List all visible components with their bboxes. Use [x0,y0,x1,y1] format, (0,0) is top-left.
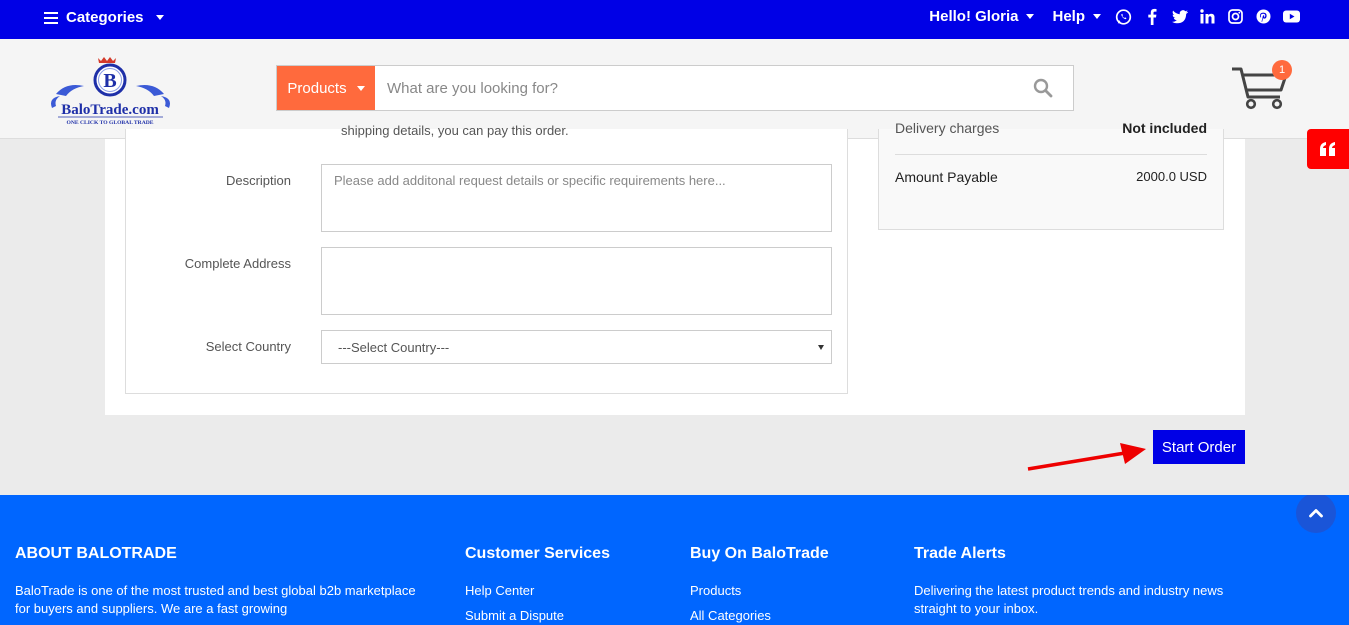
greeting-text: Hello! Gloria [929,8,1019,25]
scroll-to-top-button[interactable] [1296,495,1336,533]
youtube-icon[interactable] [1283,8,1300,25]
search-category-dropdown[interactable]: Products [277,66,375,110]
categories-menu[interactable]: Categories [44,9,164,26]
dropdown-arrow-icon [818,345,824,350]
footer-alerts-title: Trade Alerts [914,545,1006,562]
help-label: Help [1052,8,1085,25]
country-selected-value: ---Select Country--- [338,339,450,355]
footer-buy-title: Buy On BaloTrade [690,545,829,562]
chevron-up-icon [1309,509,1323,518]
instagram-icon[interactable] [1227,8,1244,25]
social-links [1115,8,1300,25]
footer-customer-services: Customer Services Help Center Submit a D… [465,545,665,625]
top-right-menu: Hello! Gloria Help [929,8,1300,25]
whatsapp-icon[interactable] [1115,8,1132,25]
user-menu[interactable]: Hello! Gloria [929,8,1035,25]
request-quote-tab[interactable] [1307,129,1349,169]
hamburger-icon [44,11,58,24]
svg-text:BaloTrade.com: BaloTrade.com [61,102,159,118]
caret-down-icon [356,85,365,91]
footer-about-text: BaloTrade is one of the most trusted and… [15,583,416,616]
delivery-charges-value: Not included [1122,120,1207,136]
footer-about-section: ABOUT BALOTRADE BaloTrade is one of the … [15,545,425,618]
footer-link-help-center[interactable]: Help Center [465,578,665,603]
footer-link-products[interactable]: Products [690,578,890,603]
annotation-arrow-icon [1027,443,1146,471]
footer-about-title: ABOUT BALOTRADE [15,545,177,562]
search-icon [1033,78,1053,98]
summary-divider [895,154,1207,155]
footer-buy-section: Buy On BaloTrade Products All Categories [690,545,890,625]
delivery-charges-label: Delivery charges [895,120,1000,136]
search-button[interactable] [1013,66,1073,110]
complete-address-textarea[interactable] [321,247,832,315]
start-order-button[interactable]: Start Order [1153,430,1245,464]
order-card: shipping details, you can pay this order… [105,120,1245,415]
search-category-label: Products [287,79,347,97]
description-label: Description [225,173,291,188]
footer-trade-alerts: Trade Alerts Delivering the latest produ… [914,545,1244,618]
amount-payable-row: Amount Payable 2000.0 USD [895,169,1207,185]
help-menu[interactable]: Help [1052,8,1101,25]
top-bar: Categories Hello! Gloria Help [0,0,1349,39]
svg-text:B: B [103,70,116,92]
select-country-label: Select Country [205,339,291,354]
footer-link-submit-dispute[interactable]: Submit a Dispute [465,603,665,625]
linkedin-icon[interactable] [1199,8,1216,25]
cart-button[interactable]: 1 [1230,60,1292,111]
footer-link-all-categories[interactable]: All Categories [690,603,890,625]
complete-address-label: Complete Address [184,256,291,271]
footer-customer-title: Customer Services [465,545,610,562]
order-summary-panel: Delivery charges Not included Amount Pay… [878,120,1224,230]
pinterest-icon[interactable] [1255,8,1272,25]
site-footer: ABOUT BALOTRADE BaloTrade is one of the … [0,495,1349,625]
quote-icon [1320,142,1335,156]
twitter-icon[interactable] [1171,8,1188,25]
categories-label: Categories [66,9,144,26]
search-bar: Products [276,65,1074,111]
caret-down-icon [155,15,164,20]
description-textarea[interactable] [321,164,832,232]
amount-payable-value: 2000.0 USD [1136,169,1207,184]
country-select[interactable]: ---Select Country--- [321,330,832,364]
caret-down-icon [1093,14,1101,19]
svg-text:ONE CLICK TO GLOBAL TRADE: ONE CLICK TO GLOBAL TRADE [66,120,153,126]
footer-alerts-text: Delivering the latest product trends and… [914,583,1224,616]
caret-down-icon [1026,14,1035,19]
delivery-charges-row: Delivery charges Not included [895,120,1207,136]
order-form-panel: shipping details, you can pay this order… [125,123,848,394]
site-logo[interactable]: B BaloTrade.com ONE CLICK TO GLOBAL TRAD… [48,54,173,126]
amount-payable-label: Amount Payable [895,169,998,185]
logo-graphic: B BaloTrade.com ONE CLICK TO GLOBAL TRAD… [51,57,170,126]
search-input[interactable] [375,66,1013,110]
facebook-icon[interactable] [1143,8,1160,25]
cart-count-badge: 1 [1272,60,1292,80]
shipping-note: shipping details, you can pay this order… [341,123,569,138]
